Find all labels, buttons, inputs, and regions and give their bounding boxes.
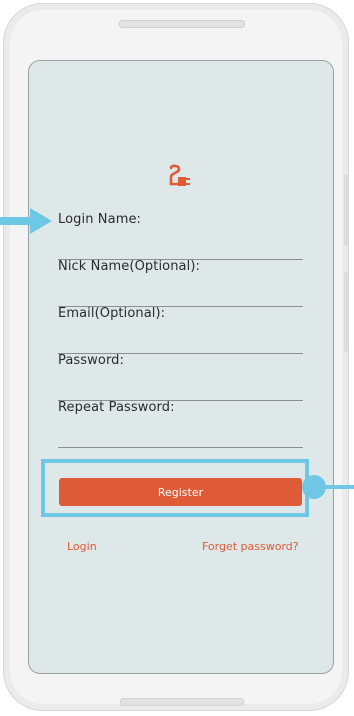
login-name-label: Login Name: [58, 212, 142, 227]
nick-name-label: Nick Name(Optional): [58, 259, 200, 274]
nick-name-field[interactable]: Nick Name(Optional): [58, 259, 303, 307]
password-field[interactable]: Password: [58, 353, 303, 401]
forgot-password-link[interactable]: Forget password? [202, 540, 299, 553]
email-field[interactable]: Email(Optional): [58, 306, 303, 354]
login-name-field[interactable]: Login Name: [58, 212, 303, 260]
email-label: Email(Optional): [58, 306, 166, 321]
phone-side-button [344, 174, 348, 246]
phone-frame: Login Name: Nick Name(Optional): Email(O… [3, 3, 349, 711]
callout-dot [302, 475, 326, 499]
repeat-password-field[interactable]: Repeat Password: [58, 400, 303, 448]
repeat-password-label: Repeat Password: [58, 400, 175, 415]
plug-icon [169, 164, 190, 186]
register-highlight-box [41, 459, 309, 517]
login-link[interactable]: Login [67, 540, 97, 553]
home-indicator [120, 698, 244, 706]
phone-speaker [119, 20, 245, 28]
callout-line [324, 485, 354, 489]
password-label: Password: [58, 353, 125, 368]
arrow-right-icon [0, 208, 52, 234]
app-screen: Login Name: Nick Name(Optional): Email(O… [28, 60, 334, 674]
phone-side-button [344, 272, 348, 352]
